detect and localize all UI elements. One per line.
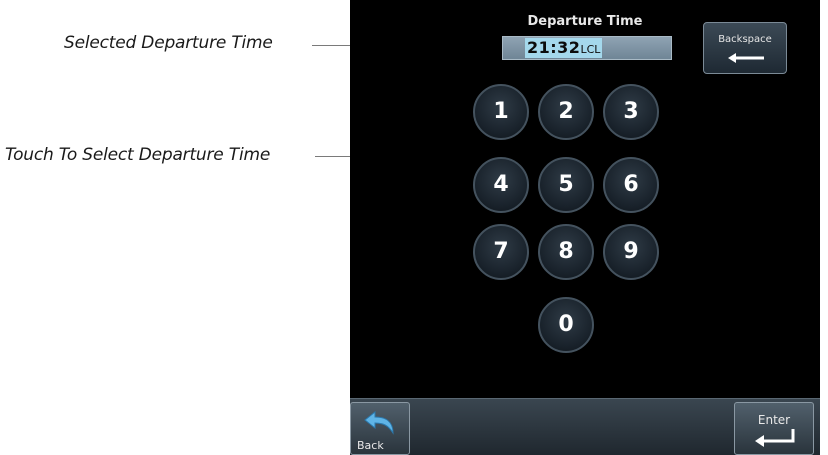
backspace-button[interactable]: Backspace [703,22,787,74]
enter-button[interactable]: Enter [734,402,814,455]
left-arrow-icon [728,53,764,63]
keypad-key-3[interactable]: 3 [603,84,659,140]
callout-selected-departure-time: Selected Departure Time [64,33,273,53]
keypad-key-0[interactable]: 0 [538,297,594,353]
keypad-key-6[interactable]: 6 [603,157,659,213]
time-digits: 21:32 [527,38,581,57]
keypad-key-7[interactable]: 7 [473,224,529,280]
departure-time-title: Departure Time [527,14,643,29]
keypad-key-9[interactable]: 9 [603,224,659,280]
enter-return-icon [755,429,795,447]
keypad-key-4[interactable]: 4 [473,157,529,213]
callout-touch-select: Touch To Select Departure Time [5,145,271,165]
back-button[interactable]: Back [350,402,410,455]
callout-line-selected [312,45,350,46]
departure-time-field[interactable]: 21:32LCL [502,36,672,60]
enter-label: Enter [757,413,791,427]
callout-line-touch [315,156,350,157]
keypad-key-8[interactable]: 8 [538,224,594,280]
backspace-label: Backspace [718,34,772,45]
departure-time-value: 21:32LCL [525,38,603,58]
keypad-key-1[interactable]: 1 [473,84,529,140]
time-unit-label: LCL [580,43,601,56]
curved-back-arrow-icon [364,411,394,435]
keypad-key-2[interactable]: 2 [538,84,594,140]
device-screen: Departure Time 21:32LCL Backspace 1 2 3 … [350,0,820,455]
back-label: Back [357,439,384,452]
keypad-key-5[interactable]: 5 [538,157,594,213]
page: Selected Departure Time Touch To Select … [0,0,828,455]
